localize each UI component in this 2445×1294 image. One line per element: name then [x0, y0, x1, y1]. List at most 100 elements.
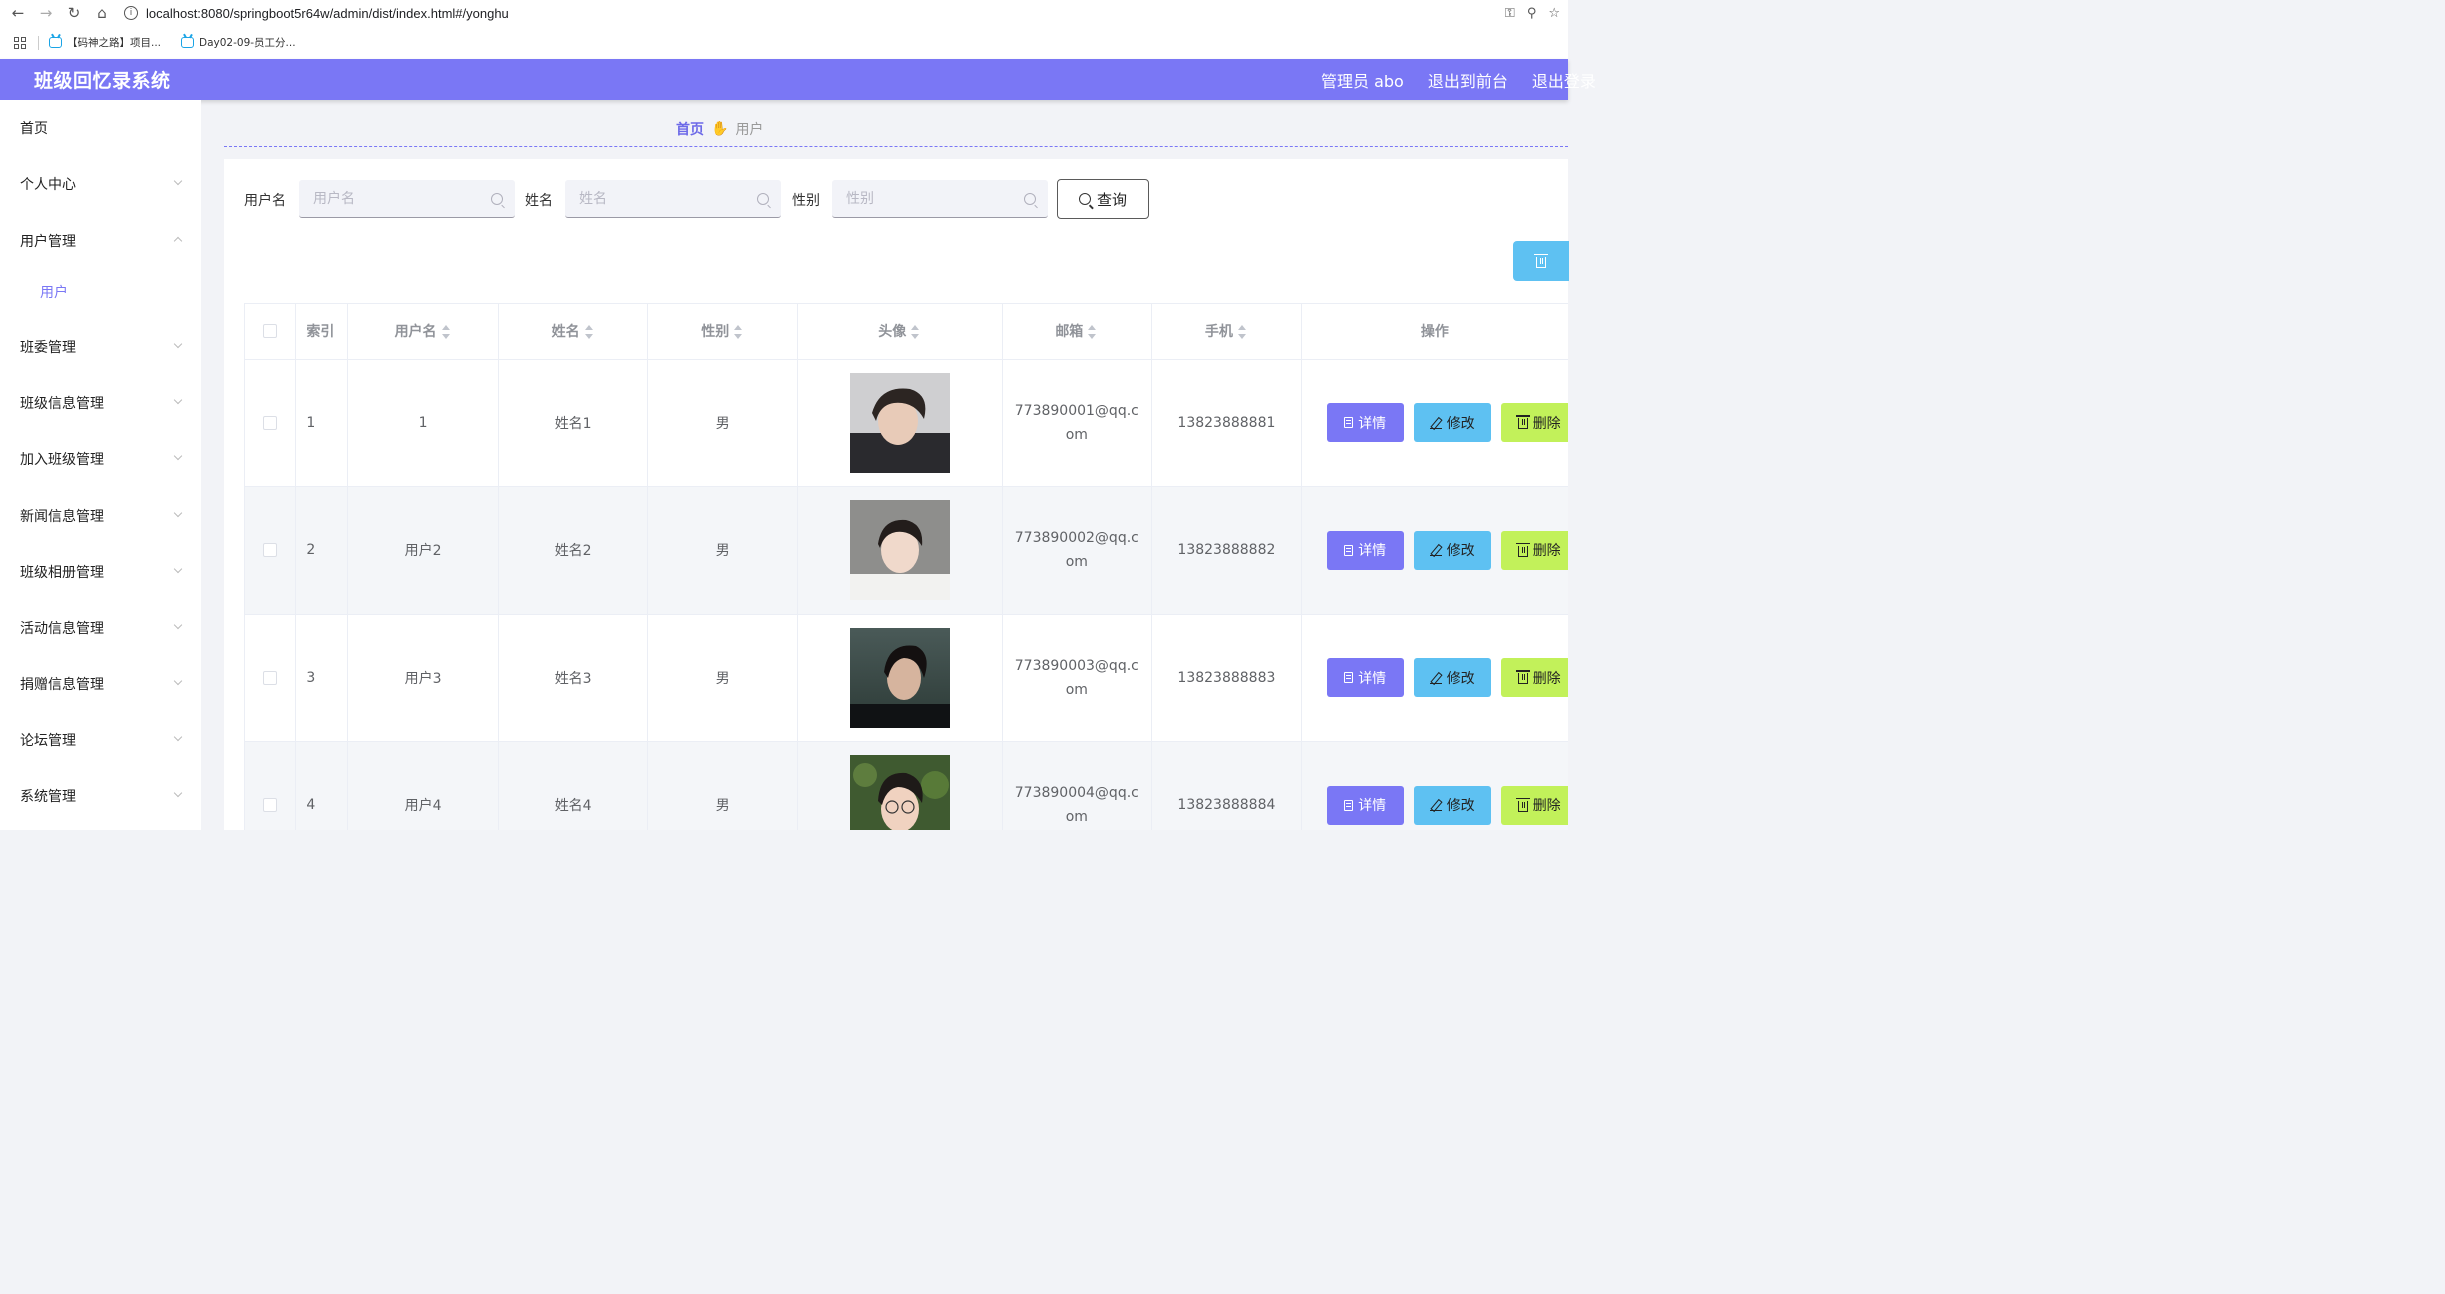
sort-icon[interactable]: [911, 325, 921, 340]
avatar-image[interactable]: [849, 500, 950, 601]
sidebar-item-label: 班级信息管理: [20, 396, 104, 412]
row-checkbox[interactable]: [263, 798, 278, 813]
bookmark-label: 【码神之路】项目...: [67, 37, 162, 49]
email-cell: 773890002@qq.com: [1002, 486, 1153, 615]
email-cell: 773890004@qq.com: [1002, 741, 1153, 830]
edit-icon: [1429, 672, 1442, 684]
apps-grid-icon[interactable]: [14, 36, 26, 49]
sidebar-item-class-info[interactable]: 班级信息管理: [0, 383, 201, 423]
chevron-down-icon: [173, 176, 183, 186]
edit-button[interactable]: 修改: [1413, 530, 1491, 570]
query-button-label: 查询: [1096, 190, 1127, 209]
phone-cell: 13823888881: [1151, 359, 1302, 487]
avatar-cell: [797, 486, 1003, 615]
address-bar[interactable]: localhost:8080/springboot5r64w/admin/dis…: [146, 6, 509, 21]
sort-icon[interactable]: [584, 325, 595, 340]
sidebar-item-donation[interactable]: 捐赠信息管理: [0, 664, 201, 704]
sidebar-subitem-user[interactable]: 用户: [0, 272, 201, 312]
edit-button-label: 修改: [1446, 543, 1475, 560]
sidebar-item-album[interactable]: 班级相册管理: [0, 552, 201, 592]
avatar-cell: [797, 614, 1003, 742]
exit-to-front-link[interactable]: 退出到前台: [1428, 68, 1508, 92]
row-checkbox[interactable]: [263, 670, 278, 685]
hand-icon: ✋: [711, 121, 729, 137]
sidebar-item-label: 捐赠信息管理: [20, 677, 104, 693]
sidebar-item-system[interactable]: 系统管理: [0, 776, 201, 816]
chevron-down-icon: [173, 620, 183, 630]
column-header-gender[interactable]: 性别: [647, 304, 799, 360]
delete-button[interactable]: 删除: [1500, 785, 1568, 825]
query-button[interactable]: 查询: [1057, 179, 1149, 219]
delete-button[interactable]: 删除: [1500, 403, 1568, 443]
bookmark-item[interactable]: 【码神之路】项目...: [49, 35, 161, 50]
name-search-input[interactable]: [565, 180, 781, 218]
detail-button[interactable]: 详情: [1326, 785, 1404, 825]
index-cell: 1: [295, 359, 349, 487]
detail-button[interactable]: 详情: [1326, 403, 1404, 443]
username-search-label: 用户名: [244, 193, 286, 209]
site-info-icon[interactable]: i: [124, 6, 138, 20]
chevron-down-icon: [173, 339, 183, 349]
star-icon[interactable]: ☆: [1548, 6, 1560, 21]
edit-button[interactable]: 修改: [1413, 785, 1491, 825]
sort-icon[interactable]: [441, 325, 452, 340]
sidebar-item-label: 个人中心: [20, 177, 76, 193]
sidebar-item-forum[interactable]: 论坛管理: [0, 720, 201, 760]
name-cell: 姓名1: [498, 359, 649, 487]
column-header-avatar[interactable]: 头像: [797, 304, 1003, 360]
index-cell: 2: [295, 486, 349, 615]
sort-icon[interactable]: [1088, 325, 1098, 340]
key-icon[interactable]: ⚿: [1505, 6, 1515, 21]
reload-icon[interactable]: ↻: [60, 0, 88, 26]
sidebar-item-home[interactable]: 首页: [0, 108, 201, 148]
row-checkbox[interactable]: [263, 543, 278, 558]
sidebar-item-label: 活动信息管理: [20, 621, 104, 637]
edit-button[interactable]: 修改: [1413, 658, 1491, 698]
delete-button-label: 删除: [1532, 670, 1561, 687]
column-header-name[interactable]: 姓名: [498, 304, 649, 360]
index-cell: 4: [295, 741, 349, 830]
avatar-image[interactable]: [849, 627, 950, 728]
sidebar-item-label: 系统管理: [20, 789, 76, 805]
sidebar-item-label: 加入班级管理: [20, 452, 104, 468]
home-icon[interactable]: ⌂: [88, 0, 116, 26]
username-cell: 1: [347, 359, 499, 487]
trash-icon: [1515, 415, 1530, 430]
avatar-image[interactable]: [849, 372, 950, 473]
chevron-up-icon: [173, 236, 183, 246]
back-arrow-icon[interactable]: ←: [4, 0, 32, 26]
gender-search-label: 性别: [792, 193, 820, 209]
app-title: 班级回忆录系统: [34, 70, 171, 92]
sidebar-item-profile[interactable]: 个人中心: [0, 164, 201, 204]
delete-button[interactable]: 删除: [1500, 530, 1568, 570]
avatar-image[interactable]: [849, 755, 950, 830]
column-header-username[interactable]: 用户名: [347, 304, 499, 360]
trash-icon: [1515, 670, 1530, 685]
edit-button[interactable]: 修改: [1413, 403, 1491, 443]
browser-toolbar: ← → ↻ ⌂ i localhost:8080/springboot5r64w…: [0, 0, 1568, 26]
sort-icon[interactable]: [734, 325, 744, 340]
sidebar-item-join-class[interactable]: 加入班级管理: [0, 439, 201, 479]
sidebar-item-committee[interactable]: 班委管理: [0, 327, 201, 367]
forward-arrow-icon[interactable]: →: [32, 0, 60, 26]
column-header-email[interactable]: 邮箱: [1002, 304, 1153, 360]
column-header-phone[interactable]: 手机: [1151, 304, 1302, 360]
sidebar-item-news[interactable]: 新闻信息管理: [0, 496, 201, 536]
zoom-icon[interactable]: ⚲: [1527, 6, 1537, 21]
detail-button[interactable]: 详情: [1326, 530, 1404, 570]
breadcrumb: 首页 ✋ 用户: [676, 119, 763, 139]
select-all-checkbox[interactable]: [263, 324, 278, 339]
batch-delete-button[interactable]: [1513, 241, 1569, 281]
breadcrumb-home[interactable]: 首页: [676, 119, 704, 139]
sidebar-item-activity[interactable]: 活动信息管理: [0, 608, 201, 648]
detail-button[interactable]: 详情: [1326, 658, 1404, 698]
sidebar-item-user-management[interactable]: 用户管理: [0, 221, 201, 261]
sort-icon[interactable]: [1237, 325, 1248, 340]
row-checkbox[interactable]: [263, 415, 278, 430]
username-search-input[interactable]: [299, 180, 515, 218]
delete-button[interactable]: 删除: [1500, 658, 1568, 698]
phone-cell: 13823888882: [1151, 486, 1302, 615]
bookmark-item[interactable]: Day02-09-员工分...: [181, 35, 296, 50]
gender-search-input[interactable]: [832, 180, 1048, 218]
logout-link[interactable]: 退出登录: [1532, 68, 1596, 92]
